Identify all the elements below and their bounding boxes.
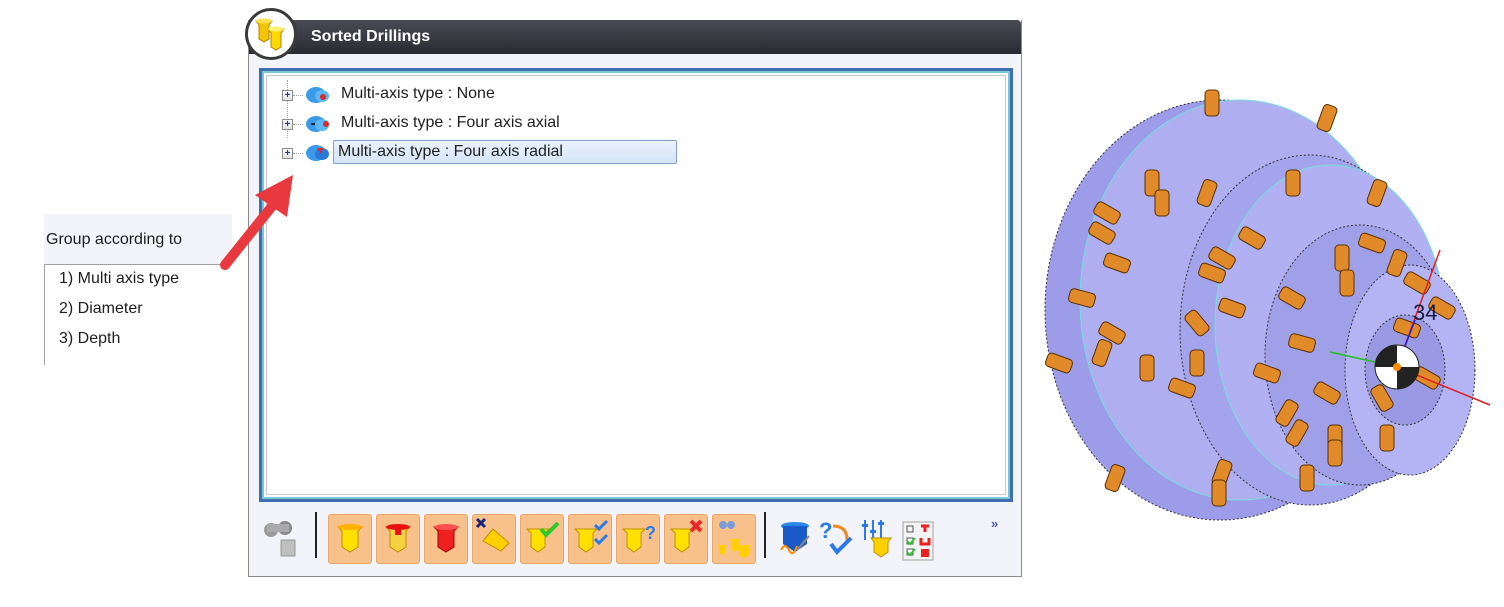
expand-icon[interactable]: +	[282, 90, 293, 101]
group-list[interactable]: 1) Multi axis type 2) Diameter 3) Depth	[44, 264, 231, 365]
question-refresh-icon[interactable]: ?	[817, 514, 857, 562]
tree-node[interactable]: + Multi-axis type : Four axis axial	[267, 113, 1005, 137]
drill-yellow-icon[interactable]	[328, 514, 372, 564]
node-label: Multi-axis type : Four axis axial	[341, 114, 560, 131]
toolbar-separator	[315, 512, 317, 558]
annotation-arrow	[220, 175, 293, 270]
toolbar-overflow-button[interactable]: »	[991, 516, 998, 531]
dialog-title: Sorted Drillings	[311, 28, 431, 45]
drill-delete-icon[interactable]	[664, 514, 708, 564]
svg-text:?: ?	[819, 518, 832, 543]
titlebar: Sorted Drillings	[249, 20, 1021, 54]
drill-remove-axis-icon[interactable]	[472, 514, 516, 564]
group-item-multi-axis[interactable]: 1) Multi axis type	[59, 270, 179, 288]
toolbar-separator	[764, 512, 766, 558]
sorted-drillings-dialog: Sorted Drillings + Multi-axis type : Non…	[245, 8, 1022, 577]
checklist-icon[interactable]	[899, 514, 939, 562]
group-item-depth[interactable]: 3) Depth	[59, 330, 120, 348]
group-title: Group according to	[46, 231, 183, 248]
drill-edit-icon[interactable]	[777, 514, 813, 562]
drill-red-icon[interactable]	[424, 514, 468, 564]
tree-connector	[293, 124, 303, 125]
drilling-tree[interactable]: + Multi-axis type : None + Multi-axis ty…	[259, 68, 1013, 502]
node-label-selected: Multi-axis type : Four axis radial	[333, 140, 677, 164]
tree-node[interactable]: + Multi-axis type : Four axis radial	[267, 140, 1005, 166]
multi-axis-none-icon	[305, 86, 331, 104]
multi-axis-axial-icon	[305, 115, 331, 133]
drill-check-icon[interactable]	[520, 514, 564, 564]
tree-connector	[293, 95, 303, 96]
drill-settings-icon[interactable]	[859, 514, 895, 562]
svg-text:?: ?	[645, 523, 656, 543]
multi-axis-radial-icon	[305, 144, 331, 162]
drill-question-icon[interactable]: ?	[616, 514, 660, 564]
drill-red-top-icon[interactable]	[376, 514, 420, 564]
node-label: Multi-axis type : None	[341, 85, 495, 102]
drilling-group-icon	[245, 8, 297, 60]
group-item-diameter[interactable]: 2) Diameter	[59, 300, 143, 318]
drill-double-check-icon[interactable]	[568, 514, 612, 564]
part-body	[1044, 99, 1476, 521]
group-according-panel: Group according to 1) Multi axis type 2)…	[44, 214, 232, 365]
drill-group-icon[interactable]	[712, 514, 756, 564]
binoculars-icon[interactable]	[261, 514, 301, 562]
group-header: Group according to	[44, 214, 232, 264]
tree-node[interactable]: + Multi-axis type : None	[267, 84, 1005, 108]
expand-icon[interactable]: +	[282, 119, 293, 130]
toolbar: ? ? »	[249, 502, 1021, 572]
expand-icon[interactable]: +	[282, 148, 293, 159]
model-label: 34	[1413, 300, 1438, 325]
tree-connector	[293, 153, 303, 154]
